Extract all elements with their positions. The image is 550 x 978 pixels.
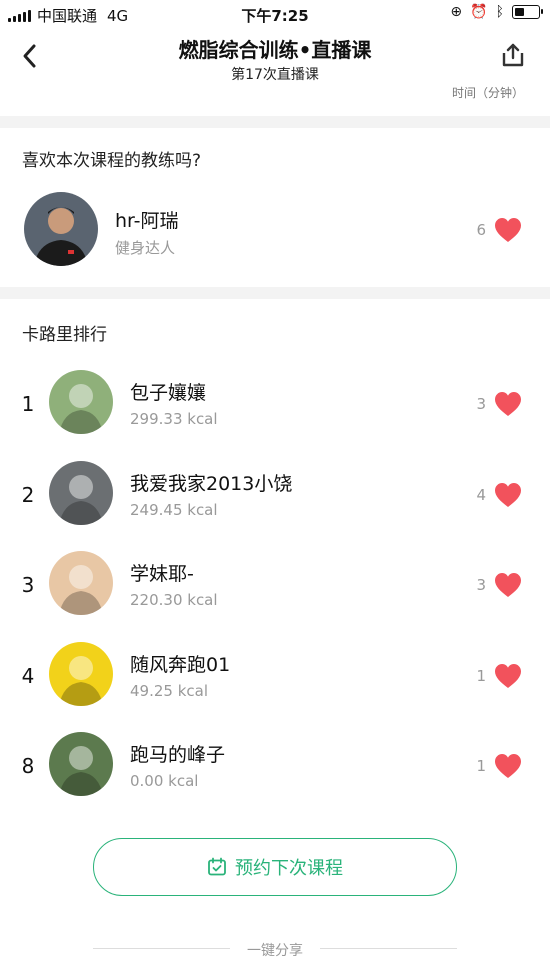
rank-number: 4 <box>21 664 35 688</box>
bluetooth-icon: ᛒ <box>495 4 504 20</box>
user-like-button[interactable] <box>494 391 522 417</box>
user-kcal: 299.33 kcal <box>130 410 218 428</box>
time-unit-label: 时间（分钟） <box>451 86 524 100</box>
user-kcal: 249.45 kcal <box>130 501 218 519</box>
status-bar: 中国联通 4G 下午7:25 ⊕ ⏰ ᛒ <box>0 0 550 28</box>
battery-icon <box>512 5 543 19</box>
user-avatar[interactable] <box>49 370 113 434</box>
rank-number: 2 <box>21 483 35 507</box>
user-like-button[interactable] <box>494 572 522 598</box>
coach-tag: 健身达人 <box>115 239 176 257</box>
share-button[interactable] <box>500 42 526 68</box>
share-icon <box>502 43 524 67</box>
calendar-check-icon <box>208 857 226 876</box>
coach-avatar[interactable] <box>24 192 98 266</box>
reserve-label: 预约下次课程 <box>235 858 343 879</box>
user-kcal: 49.25 kcal <box>130 682 209 700</box>
user-like-button[interactable] <box>494 663 522 689</box>
nav-header: 燃脂综合训练•直播课 第17次直播课 时间（分钟） <box>0 28 550 114</box>
heart-icon <box>495 218 521 242</box>
heart-icon <box>495 483 521 507</box>
lock-rotation-icon: ⊕ <box>450 4 463 20</box>
user-like-count: 3 <box>476 395 486 413</box>
user-like-count: 1 <box>476 667 486 685</box>
user-like-count: 3 <box>476 576 486 594</box>
heart-icon <box>495 392 521 416</box>
rank-number: 1 <box>21 392 35 416</box>
one-click-share-link[interactable]: 一键分享 <box>0 940 550 960</box>
coach-section-title: 喜欢本次课程的教练吗? <box>22 151 202 171</box>
reserve-next-class-button[interactable]: 预约下次课程 <box>93 838 457 896</box>
heart-icon <box>495 573 521 597</box>
battery-fill <box>515 8 524 16</box>
alarm-icon: ⏰ <box>470 4 488 20</box>
user-like-button[interactable] <box>494 753 522 779</box>
coach-name: hr-阿瑞 <box>115 210 179 232</box>
user-like-count: 4 <box>476 486 486 504</box>
page-subtitle: 第17次直播课 <box>231 67 319 83</box>
section-divider <box>0 116 550 128</box>
user-avatar[interactable] <box>49 461 113 525</box>
user-name: 随风奔跑01 <box>130 654 231 676</box>
user-avatar[interactable] <box>49 642 113 706</box>
rank-number: 3 <box>21 573 35 597</box>
user-name: 学妹耶- <box>130 563 194 585</box>
coach-like-count: 6 <box>476 221 486 239</box>
coach-like-button[interactable] <box>494 217 522 243</box>
user-name: 跑马的峰子 <box>130 744 226 766</box>
rank-number: 8 <box>21 754 35 778</box>
user-avatar[interactable] <box>49 551 113 615</box>
user-name: 我爱我家2013小饶 <box>130 473 293 495</box>
user-kcal: 220.30 kcal <box>130 591 218 609</box>
user-avatar[interactable] <box>49 732 113 796</box>
user-like-button[interactable] <box>494 482 522 508</box>
heart-icon <box>495 754 521 778</box>
heart-icon <box>495 664 521 688</box>
user-like-count: 1 <box>476 757 486 775</box>
page-title: 燃脂综合训练•直播课 <box>178 38 372 62</box>
ranking-section-title: 卡路里排行 <box>22 325 107 345</box>
section-divider <box>0 287 550 299</box>
user-kcal: 0.00 kcal <box>130 772 199 790</box>
user-name: 包子孃孃 <box>130 382 207 404</box>
status-right: ⊕ ⏰ ᛒ <box>450 4 543 20</box>
